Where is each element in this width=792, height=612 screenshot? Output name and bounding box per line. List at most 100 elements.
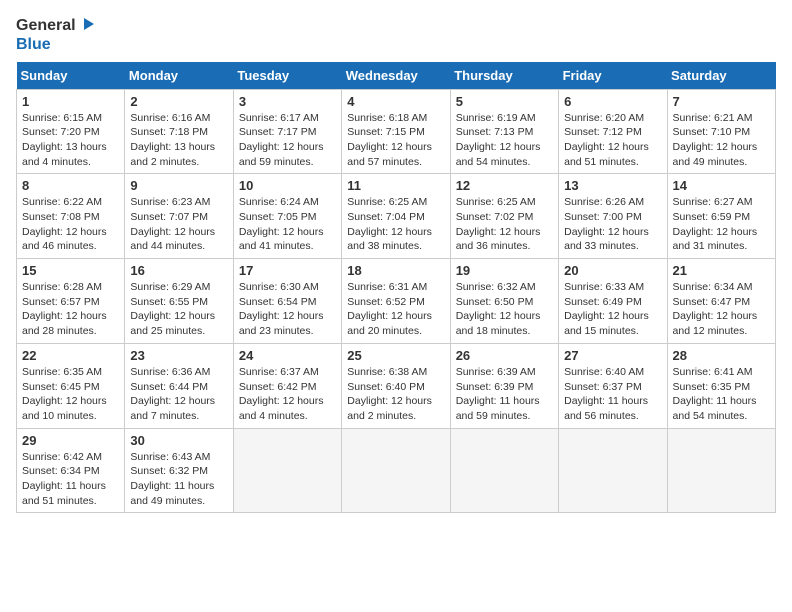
col-header-thursday: Thursday	[450, 62, 558, 90]
day-info: Sunrise: 6:17 AMSunset: 7:17 PMDaylight:…	[239, 112, 324, 168]
calendar-day-15: 15 Sunrise: 6:28 AMSunset: 6:57 PMDaylig…	[17, 259, 125, 344]
day-info: Sunrise: 6:39 AMSunset: 6:39 PMDaylight:…	[456, 366, 540, 422]
day-info: Sunrise: 6:43 AMSunset: 6:32 PMDaylight:…	[130, 451, 214, 507]
empty-cell	[450, 428, 558, 513]
day-info: Sunrise: 6:22 AMSunset: 7:08 PMDaylight:…	[22, 196, 107, 252]
day-number: 30	[130, 433, 227, 448]
day-info: Sunrise: 6:21 AMSunset: 7:10 PMDaylight:…	[673, 112, 758, 168]
day-info: Sunrise: 6:35 AMSunset: 6:45 PMDaylight:…	[22, 366, 107, 422]
day-info: Sunrise: 6:38 AMSunset: 6:40 PMDaylight:…	[347, 366, 432, 422]
day-info: Sunrise: 6:20 AMSunset: 7:12 PMDaylight:…	[564, 112, 649, 168]
day-info: Sunrise: 6:24 AMSunset: 7:05 PMDaylight:…	[239, 196, 324, 252]
calendar-day-24: 24 Sunrise: 6:37 AMSunset: 6:42 PMDaylig…	[233, 343, 341, 428]
empty-cell	[342, 428, 450, 513]
calendar-day-1: 1 Sunrise: 6:15 AMSunset: 7:20 PMDayligh…	[17, 89, 125, 174]
day-info: Sunrise: 6:41 AMSunset: 6:35 PMDaylight:…	[673, 366, 757, 422]
calendar-day-18: 18 Sunrise: 6:31 AMSunset: 6:52 PMDaylig…	[342, 259, 450, 344]
calendar-day-17: 17 Sunrise: 6:30 AMSunset: 6:54 PMDaylig…	[233, 259, 341, 344]
day-number: 2	[130, 94, 227, 109]
day-number: 16	[130, 263, 227, 278]
day-info: Sunrise: 6:37 AMSunset: 6:42 PMDaylight:…	[239, 366, 324, 422]
col-header-tuesday: Tuesday	[233, 62, 341, 90]
calendar-day-19: 19 Sunrise: 6:32 AMSunset: 6:50 PMDaylig…	[450, 259, 558, 344]
empty-cell	[559, 428, 667, 513]
calendar-day-29: 29 Sunrise: 6:42 AMSunset: 6:34 PMDaylig…	[17, 428, 125, 513]
calendar-day-13: 13 Sunrise: 6:26 AMSunset: 7:00 PMDaylig…	[559, 174, 667, 259]
calendar-table: SundayMondayTuesdayWednesdayThursdayFrid…	[16, 62, 776, 514]
day-number: 17	[239, 263, 336, 278]
day-info: Sunrise: 6:34 AMSunset: 6:47 PMDaylight:…	[673, 281, 758, 337]
day-number: 8	[22, 178, 119, 193]
day-number: 13	[564, 178, 661, 193]
calendar-day-9: 9 Sunrise: 6:23 AMSunset: 7:07 PMDayligh…	[125, 174, 233, 259]
col-header-saturday: Saturday	[667, 62, 775, 90]
calendar-day-8: 8 Sunrise: 6:22 AMSunset: 7:08 PMDayligh…	[17, 174, 125, 259]
logo: General Blue	[16, 16, 96, 54]
col-header-friday: Friday	[559, 62, 667, 90]
day-info: Sunrise: 6:23 AMSunset: 7:07 PMDaylight:…	[130, 196, 215, 252]
day-number: 20	[564, 263, 661, 278]
day-number: 26	[456, 348, 553, 363]
day-info: Sunrise: 6:28 AMSunset: 6:57 PMDaylight:…	[22, 281, 107, 337]
day-number: 27	[564, 348, 661, 363]
day-number: 28	[673, 348, 770, 363]
empty-cell	[233, 428, 341, 513]
day-number: 22	[22, 348, 119, 363]
day-number: 21	[673, 263, 770, 278]
day-info: Sunrise: 6:25 AMSunset: 7:04 PMDaylight:…	[347, 196, 432, 252]
day-number: 25	[347, 348, 444, 363]
col-header-wednesday: Wednesday	[342, 62, 450, 90]
calendar-day-30: 30 Sunrise: 6:43 AMSunset: 6:32 PMDaylig…	[125, 428, 233, 513]
calendar-day-12: 12 Sunrise: 6:25 AMSunset: 7:02 PMDaylig…	[450, 174, 558, 259]
day-info: Sunrise: 6:42 AMSunset: 6:34 PMDaylight:…	[22, 451, 106, 507]
calendar-day-6: 6 Sunrise: 6:20 AMSunset: 7:12 PMDayligh…	[559, 89, 667, 174]
day-number: 23	[130, 348, 227, 363]
calendar-day-7: 7 Sunrise: 6:21 AMSunset: 7:10 PMDayligh…	[667, 89, 775, 174]
day-info: Sunrise: 6:25 AMSunset: 7:02 PMDaylight:…	[456, 196, 541, 252]
day-info: Sunrise: 6:33 AMSunset: 6:49 PMDaylight:…	[564, 281, 649, 337]
calendar-day-28: 28 Sunrise: 6:41 AMSunset: 6:35 PMDaylig…	[667, 343, 775, 428]
day-number: 29	[22, 433, 119, 448]
calendar-day-27: 27 Sunrise: 6:40 AMSunset: 6:37 PMDaylig…	[559, 343, 667, 428]
day-info: Sunrise: 6:31 AMSunset: 6:52 PMDaylight:…	[347, 281, 432, 337]
day-info: Sunrise: 6:30 AMSunset: 6:54 PMDaylight:…	[239, 281, 324, 337]
day-number: 5	[456, 94, 553, 109]
day-number: 6	[564, 94, 661, 109]
calendar-day-26: 26 Sunrise: 6:39 AMSunset: 6:39 PMDaylig…	[450, 343, 558, 428]
calendar-day-5: 5 Sunrise: 6:19 AMSunset: 7:13 PMDayligh…	[450, 89, 558, 174]
empty-cell	[667, 428, 775, 513]
col-header-sunday: Sunday	[17, 62, 125, 90]
page-header: General Blue	[16, 16, 776, 54]
day-info: Sunrise: 6:15 AMSunset: 7:20 PMDaylight:…	[22, 112, 107, 168]
day-info: Sunrise: 6:19 AMSunset: 7:13 PMDaylight:…	[456, 112, 541, 168]
calendar-day-14: 14 Sunrise: 6:27 AMSunset: 6:59 PMDaylig…	[667, 174, 775, 259]
calendar-day-21: 21 Sunrise: 6:34 AMSunset: 6:47 PMDaylig…	[667, 259, 775, 344]
day-number: 15	[22, 263, 119, 278]
day-number: 4	[347, 94, 444, 109]
day-info: Sunrise: 6:18 AMSunset: 7:15 PMDaylight:…	[347, 112, 432, 168]
calendar-day-20: 20 Sunrise: 6:33 AMSunset: 6:49 PMDaylig…	[559, 259, 667, 344]
day-number: 24	[239, 348, 336, 363]
day-number: 14	[673, 178, 770, 193]
day-number: 3	[239, 94, 336, 109]
day-info: Sunrise: 6:40 AMSunset: 6:37 PMDaylight:…	[564, 366, 648, 422]
day-number: 7	[673, 94, 770, 109]
calendar-day-2: 2 Sunrise: 6:16 AMSunset: 7:18 PMDayligh…	[125, 89, 233, 174]
calendar-day-11: 11 Sunrise: 6:25 AMSunset: 7:04 PMDaylig…	[342, 174, 450, 259]
calendar-day-25: 25 Sunrise: 6:38 AMSunset: 6:40 PMDaylig…	[342, 343, 450, 428]
calendar-day-22: 22 Sunrise: 6:35 AMSunset: 6:45 PMDaylig…	[17, 343, 125, 428]
calendar-day-4: 4 Sunrise: 6:18 AMSunset: 7:15 PMDayligh…	[342, 89, 450, 174]
day-number: 1	[22, 94, 119, 109]
col-header-monday: Monday	[125, 62, 233, 90]
day-number: 9	[130, 178, 227, 193]
day-number: 19	[456, 263, 553, 278]
day-number: 10	[239, 178, 336, 193]
day-info: Sunrise: 6:16 AMSunset: 7:18 PMDaylight:…	[130, 112, 215, 168]
day-info: Sunrise: 6:29 AMSunset: 6:55 PMDaylight:…	[130, 281, 215, 337]
calendar-day-23: 23 Sunrise: 6:36 AMSunset: 6:44 PMDaylig…	[125, 343, 233, 428]
day-number: 11	[347, 178, 444, 193]
flag-icon	[80, 16, 96, 36]
day-info: Sunrise: 6:26 AMSunset: 7:00 PMDaylight:…	[564, 196, 649, 252]
day-number: 18	[347, 263, 444, 278]
calendar-day-3: 3 Sunrise: 6:17 AMSunset: 7:17 PMDayligh…	[233, 89, 341, 174]
